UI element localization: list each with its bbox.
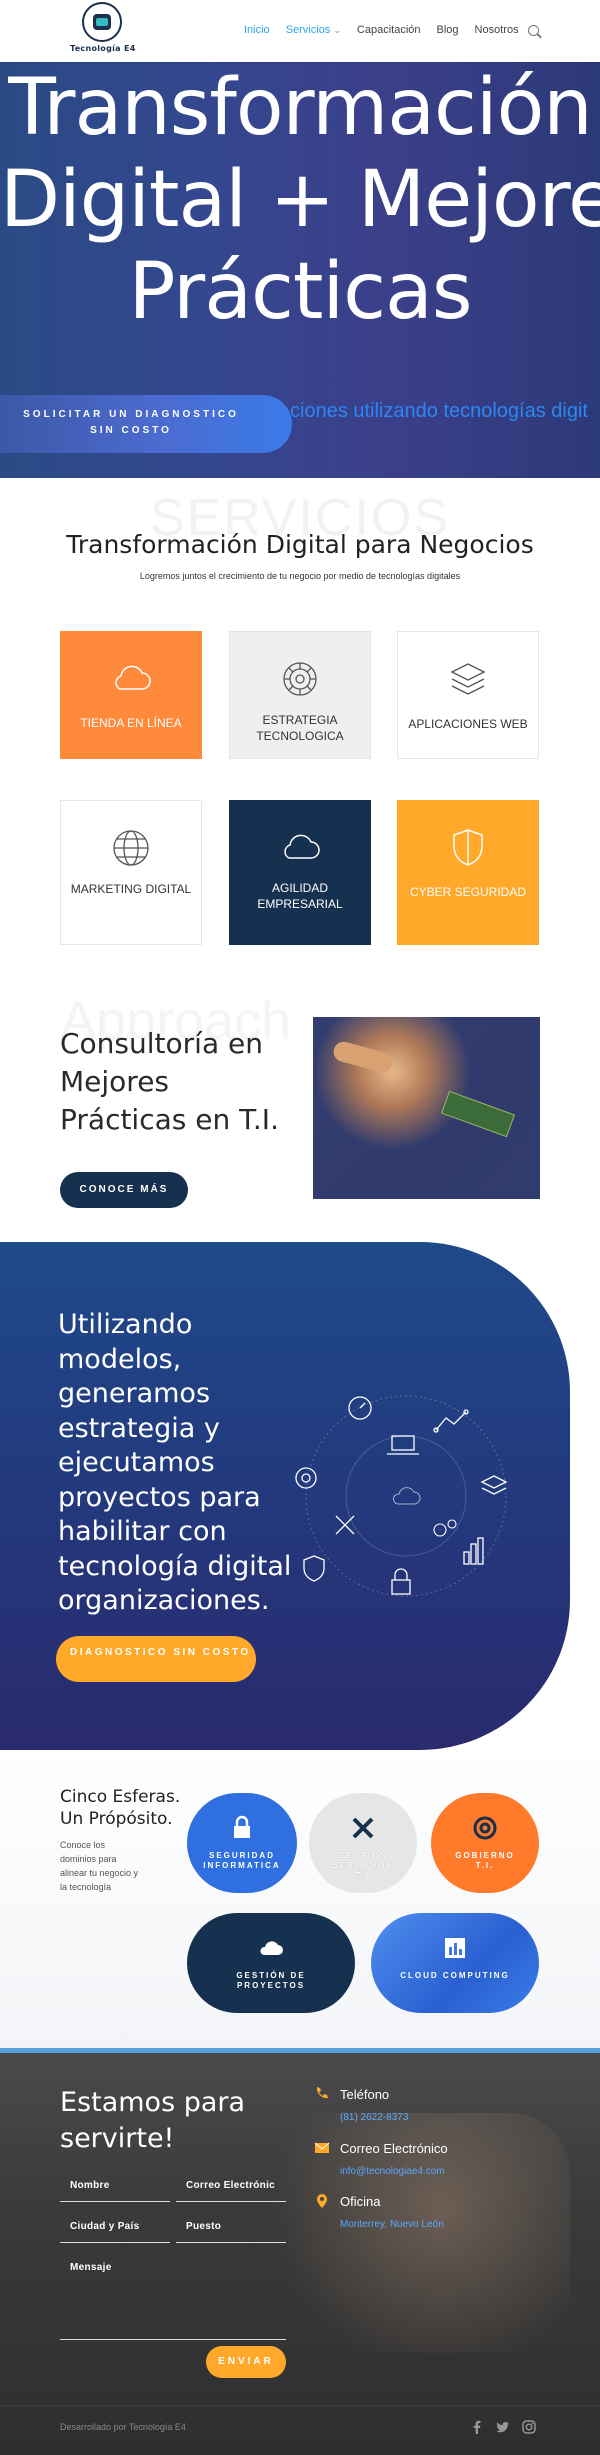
- layers-icon: [450, 663, 486, 695]
- service-card-cyber[interactable]: CYBER SEGURIDAD: [397, 800, 539, 945]
- service-card-label: AGILIDAD EMPRESARIAL: [257, 881, 343, 911]
- cloud-icon: [284, 834, 320, 859]
- nav-item-blog[interactable]: Blog: [437, 24, 459, 36]
- sphere-gestion-proyectos[interactable]: GESTIÓN DE PROYECTOS: [187, 1913, 355, 2013]
- search-icon[interactable]: [528, 25, 539, 36]
- office-value: Monterrey, Nuevo León: [340, 2219, 444, 2230]
- hero-title-line: Prácticas: [128, 247, 473, 337]
- nav-item-servicios[interactable]: Servicios ⌄: [286, 24, 341, 36]
- sphere-label: GESTIÓN DE PROYECTOS: [236, 1971, 306, 1990]
- method-text: Utilizando modelos, generamos estrategia…: [58, 1309, 292, 1616]
- logo-text: Tecnología E4: [70, 44, 136, 53]
- photo-hand: [331, 1039, 395, 1075]
- cloud-icon: [115, 665, 151, 690]
- name-field[interactable]: Nombre: [60, 2168, 170, 2202]
- lock-icon: [391, 1568, 411, 1595]
- sphere-label: CLOUD COMPUTING: [400, 1971, 510, 1980]
- message-field[interactable]: Mensaje: [60, 2250, 286, 2340]
- lifebuoy-icon: [473, 1816, 497, 1840]
- city-field[interactable]: Ciudad y País: [60, 2209, 170, 2243]
- cloud-icon: [260, 1941, 283, 1955]
- shield-icon: [453, 829, 483, 866]
- sphere-label: SEGURIDAD INFORMATICA: [203, 1851, 281, 1870]
- office-label: Oficina: [340, 2194, 381, 2209]
- sphere-label: GOBIERNO T.I.: [455, 1851, 515, 1870]
- send-button[interactable]: ENVIAR: [206, 2346, 286, 2378]
- spheres-text: Conoce los dominios para alinear tu nego…: [60, 1840, 139, 1892]
- gear-icon: [295, 1467, 317, 1489]
- consulting-title: Consultoría en Mejores Prácticas en T.I.: [60, 1027, 279, 1136]
- site-header: Tecnología E4 Inicio Servicios ⌄ Capacit…: [0, 0, 600, 62]
- bar-chart-icon: [463, 1537, 484, 1565]
- main-nav: Inicio Servicios ⌄ Capacitación Blog Nos…: [244, 24, 519, 36]
- spheres-title-line: Un Própósito.: [60, 1809, 173, 1829]
- nav-item-nosotros[interactable]: Nosotros: [475, 24, 519, 36]
- service-card-label: APLICACIONES WEB: [408, 717, 528, 731]
- hero-title: Transformación Digital + Mejores Práctic…: [0, 62, 600, 338]
- contact-title: Estamos para servirte!: [60, 2087, 246, 2154]
- services-subtitle: Logremos juntos el crecimiento de tu neg…: [139, 571, 461, 581]
- sphere-cloud-computing[interactable]: CLOUD COMPUTING: [371, 1913, 539, 2013]
- service-card-marketing[interactable]: MARKETING DIGITAL: [60, 800, 202, 945]
- hero-ticker-text: ciones utilizando tecnologías digit: [290, 400, 588, 422]
- tools-icon: [352, 1817, 374, 1839]
- sphere-seguridad[interactable]: SEGURIDAD INFORMATICA: [187, 1793, 297, 1893]
- service-card-label: MARKETING DIGITAL: [70, 882, 192, 896]
- position-field[interactable]: Puesto: [176, 2209, 286, 2243]
- phone-label: Teléfono: [340, 2087, 390, 2102]
- services-title: Transformación Digital para Negocios: [66, 530, 534, 559]
- tools-icon: [335, 1515, 355, 1535]
- service-card-label: CYBER SEGURIDAD: [409, 885, 527, 899]
- hero-title-line: Digital + Mejores: [0, 155, 600, 245]
- spheres-title: Cinco Esferas. Un Própósito.: [60, 1786, 180, 1830]
- facebook-icon[interactable]: [470, 2420, 484, 2434]
- lock-icon: [234, 1815, 250, 1838]
- hero-section: Transformación Digital + Mejores Práctic…: [0, 62, 600, 478]
- gear-icon: [283, 662, 317, 696]
- globe-icon: [113, 830, 149, 866]
- instagram-icon[interactable]: [522, 2420, 536, 2434]
- diagnostic-button[interactable]: DIAGNOSTICO SIN COSTO: [56, 1636, 256, 1682]
- learn-more-button[interactable]: CONOCE MÁS: [60, 1172, 188, 1208]
- nav-item-servicios-label: Servicios: [285, 24, 331, 36]
- location-pin-icon: [317, 2194, 327, 2208]
- chart-icon: [445, 1938, 465, 1958]
- sphere-gestion-servicios[interactable]: GESTIÓN SERVICIOS T.I: [309, 1793, 417, 1893]
- shield-icon: [303, 1555, 325, 1582]
- service-card-agilidad[interactable]: AGILIDAD EMPRESARIAL: [229, 800, 371, 945]
- sphere-label: GESTIÓN SERVICIOS T.I: [332, 1851, 394, 1880]
- chevron-down-icon: ⌄: [333, 25, 341, 35]
- nav-item-inicio[interactable]: Inicio: [244, 24, 270, 36]
- service-card-label: TIENDA EN LÍNEA: [80, 716, 182, 730]
- laptop-icon: [387, 1435, 419, 1455]
- email-label: Correo Electrónico: [340, 2141, 448, 2156]
- nav-item-capacitacion[interactable]: Capacitación: [357, 24, 421, 36]
- orbit-diagram: [295, 1395, 508, 1597]
- mail-icon: [314, 2142, 330, 2153]
- diagnostic-cta-button[interactable]: SOLICITAR UN DIAGNOSTICO SIN COSTO: [0, 395, 292, 453]
- email-value[interactable]: info@tecnologiae4.com: [340, 2166, 445, 2177]
- service-card-label: ESTRATEGIA TECNOLOGICA: [256, 713, 344, 743]
- phone-icon: [316, 2087, 328, 2099]
- speedometer-icon: [348, 1396, 372, 1420]
- footer-credit: Desarrollado por Tecnología E4: [60, 2422, 186, 2432]
- email-field[interactable]: Correo Electrónic: [176, 2168, 286, 2202]
- photo-chip: [441, 1090, 515, 1138]
- hero-title-line: Transformación: [8, 63, 593, 153]
- sphere-gobierno[interactable]: GOBIERNO T.I.: [431, 1793, 539, 1893]
- spheres-title-line: Cinco Esferas.: [60, 1787, 181, 1807]
- service-card-estrategia[interactable]: ESTRATEGIA TECNOLOGICA: [229, 631, 371, 759]
- hardware-photo: [313, 1017, 540, 1199]
- service-card-aplicaciones[interactable]: APLICACIONES WEB: [397, 631, 539, 759]
- logo-mark: [82, 2, 122, 42]
- phone-value[interactable]: (81) 2622-8373: [340, 2112, 408, 2123]
- logo[interactable]: Tecnología E4: [70, 2, 136, 56]
- layers-icon: [480, 1475, 508, 1495]
- service-card-tienda[interactable]: TIENDA EN LÍNEA: [60, 631, 202, 759]
- twitter-icon[interactable]: [496, 2420, 510, 2434]
